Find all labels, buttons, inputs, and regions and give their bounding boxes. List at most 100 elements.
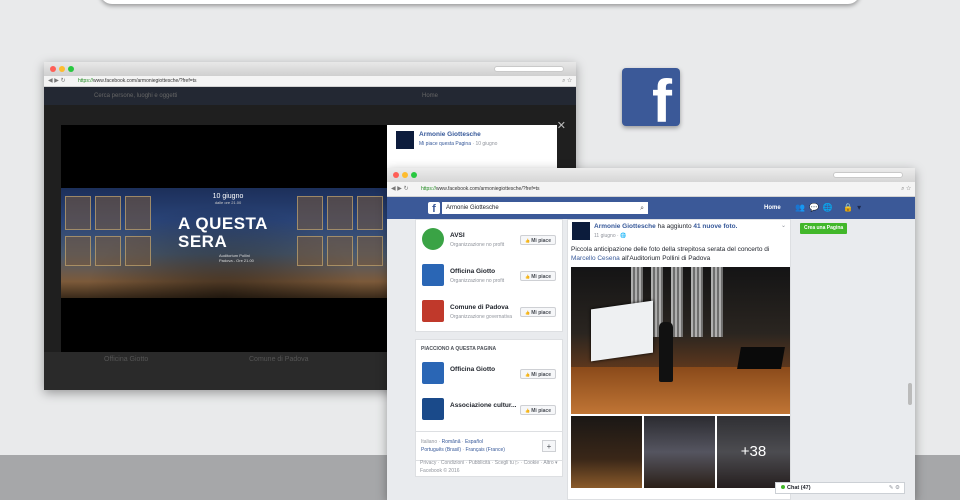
photos-link[interactable]: 41 nuove foto. <box>693 223 737 230</box>
poster-title: A QUESTA SERA <box>173 215 283 251</box>
like-button[interactable]: Mi piace <box>520 369 556 379</box>
list-item: Officina Giotto Organizzazione no profit… <box>416 260 564 294</box>
minimize-window-button[interactable] <box>402 172 408 178</box>
more-photos-count[interactable]: +38 <box>717 416 790 488</box>
poster-title-line2: SERA <box>178 232 228 251</box>
facebook-navbar: f Armonie Giottesche ⌕ Home 👥💬🌐 🔒▾ <box>387 197 915 219</box>
nav-arrows-icon[interactable]: ◀ ▶ ↻ <box>391 182 409 197</box>
photo-thumbnail[interactable] <box>644 416 715 488</box>
home-link[interactable]: Home <box>764 197 781 219</box>
maximize-window-button[interactable] <box>68 66 74 72</box>
post-photo-main[interactable] <box>571 267 790 414</box>
poster-time: dalle ore 21.00 <box>214 200 242 205</box>
poster-text: 10 giugno dalle ore 21.00 A QUESTA SERA … <box>173 193 283 263</box>
close-window-button[interactable] <box>50 66 56 72</box>
address-bar[interactable]: ◀ ▶ ↻ https://www.facebook.com/armoniegi… <box>44 76 576 87</box>
close-window-button[interactable] <box>393 172 399 178</box>
search-icon[interactable]: ⌕ <box>640 203 644 215</box>
create-page-button[interactable]: Crea una Pagina <box>800 223 848 234</box>
photo-viewer[interactable]: 10 giugno dalle ore 21.00 A QUESTA SERA … <box>61 125 387 360</box>
page-title[interactable]: Comune di Padova <box>450 304 509 311</box>
online-dot-icon <box>781 485 785 489</box>
page-title[interactable]: Officina Giotto <box>450 268 495 275</box>
language-link[interactable]: Español <box>465 439 483 445</box>
recommended-pages-card: AVSI Organizzazione no profit Mi piace O… <box>415 219 563 332</box>
url-text[interactable]: https://www.facebook.com/armoniegiottesc… <box>421 182 540 197</box>
minimize-window-button[interactable] <box>59 66 65 72</box>
like-button[interactable]: Mi piace <box>520 271 556 281</box>
list-item: Officina Giotto Mi piace <box>416 358 564 392</box>
footer-links[interactable]: Privacy · Condizioni · Pubblicità · Sceg… <box>420 459 568 467</box>
window-titlebar <box>387 168 915 182</box>
page-meta: Mi piace questa Pagina · 10 giugno <box>419 141 498 147</box>
maximize-window-button[interactable] <box>411 172 417 178</box>
dimmed-search-text: Cerca persone, luoghi e oggetti <box>94 93 178 99</box>
facebook-f-icon[interactable]: f <box>428 202 440 214</box>
facebook-logo-icon: f <box>622 68 680 126</box>
footer: Privacy · Condizioni · Pubblicità · Sceg… <box>420 459 568 475</box>
like-button[interactable]: Mi piace <box>520 307 556 317</box>
post-date[interactable]: 10 giugno <box>475 141 497 147</box>
scrollbar[interactable] <box>908 383 912 405</box>
tab-pill[interactable] <box>494 66 564 72</box>
post-options-icon[interactable]: ⌄ <box>781 222 786 229</box>
page-title[interactable]: Associazione cultur... <box>450 402 516 409</box>
poster-date: 10 giugno <box>212 193 244 200</box>
projection-screen <box>591 300 653 362</box>
search-input[interactable]: Armonie Giottesche ⌕ <box>442 202 648 214</box>
page-avatar[interactable] <box>396 131 414 149</box>
browser-window-front: ◀ ▶ ↻ https://www.facebook.com/armoniegi… <box>387 168 915 500</box>
tab-pill[interactable] <box>833 172 903 178</box>
nav-arrows-icon[interactable]: ◀ ▶ ↻ <box>48 76 66 87</box>
avsi-logo[interactable] <box>422 228 444 250</box>
author-link[interactable]: Armonie Giottesche <box>594 223 656 230</box>
officina-giotto-logo[interactable] <box>422 362 444 384</box>
top-monitor-edge <box>100 0 860 4</box>
post-date[interactable]: 11 giugno · 🌐 <box>594 233 626 239</box>
address-tools-icon[interactable]: ⌕ ☆ <box>901 182 911 197</box>
padova-crest-logo[interactable] <box>422 300 444 322</box>
like-button[interactable]: Mi piace <box>520 235 556 245</box>
dimmed-navbar: Cerca persone, luoghi e oggetti Home <box>44 87 576 105</box>
like-page-link[interactable]: Mi piace questa Pagina <box>419 141 471 147</box>
navbar-notification-icons[interactable]: 👥💬🌐 🔒▾ <box>795 203 865 212</box>
section-heading: PIACCIONO A QUESTA PAGINA <box>421 346 497 352</box>
language-link[interactable]: Français (France) <box>465 447 504 453</box>
language-link[interactable]: Português (Brasil) <box>421 447 461 453</box>
author-avatar[interactable] <box>572 222 590 240</box>
language-link[interactable]: Română <box>442 439 461 445</box>
copyright: Facebook © 2016 <box>420 468 460 474</box>
window-titlebar <box>44 62 576 76</box>
person-link[interactable]: Marcello Cesena <box>571 255 620 262</box>
chat-settings-icon[interactable]: ✎ ⚙ <box>889 483 900 494</box>
page-category: Organizzazione no profit <box>450 242 505 248</box>
photo-thumbnails: +38 <box>571 416 790 488</box>
post-text: Piccola anticipazione delle foto della s… <box>571 246 770 262</box>
like-button[interactable]: Mi piace <box>520 405 556 415</box>
feed-post: Armonie Giottesche ha aggiunto 41 nuove … <box>567 219 791 500</box>
address-tools-icon[interactable]: ⌕ ☆ <box>562 76 572 87</box>
poster-venue: Auditorium Pollini Padova - Ore 21.00 <box>219 253 254 263</box>
close-icon[interactable]: ✕ <box>557 119 566 132</box>
chat-label: Chat (47) <box>787 485 811 491</box>
chat-bar[interactable]: Chat (47) ✎ ⚙ <box>775 482 905 494</box>
page-title[interactable]: AVSI <box>450 232 465 239</box>
address-bar[interactable]: ◀ ▶ ↻ https://www.facebook.com/armoniegi… <box>387 182 915 197</box>
photo-thumbnail[interactable] <box>571 416 642 488</box>
list-item: Comune di Padova Organizzazione governat… <box>416 296 564 330</box>
url-text[interactable]: https://www.facebook.com/armoniegiottesc… <box>78 76 197 87</box>
officina-giotto-logo[interactable] <box>422 264 444 286</box>
photo-thumbnail-more[interactable]: +38 <box>717 416 790 488</box>
antonio-rosmini-logo[interactable] <box>422 398 444 420</box>
language-card: Italiano · Română · Español Português (B… <box>415 431 563 461</box>
page-name-link[interactable]: Armonie Giottesche <box>419 131 481 138</box>
post-header: Armonie Giottesche ha aggiunto 41 nuove … <box>594 223 738 230</box>
piano <box>737 347 785 369</box>
add-language-button[interactable]: + <box>542 440 556 452</box>
list-item: AVSI Organizzazione no profit Mi piace <box>416 224 564 258</box>
speaker-figure <box>659 322 673 382</box>
page-title[interactable]: Officina Giotto <box>450 366 495 373</box>
poster-title-line1: A QUESTA <box>178 214 268 233</box>
dimmed-home-text: Home <box>422 93 439 99</box>
page-category: Organizzazione governativa <box>450 314 512 320</box>
